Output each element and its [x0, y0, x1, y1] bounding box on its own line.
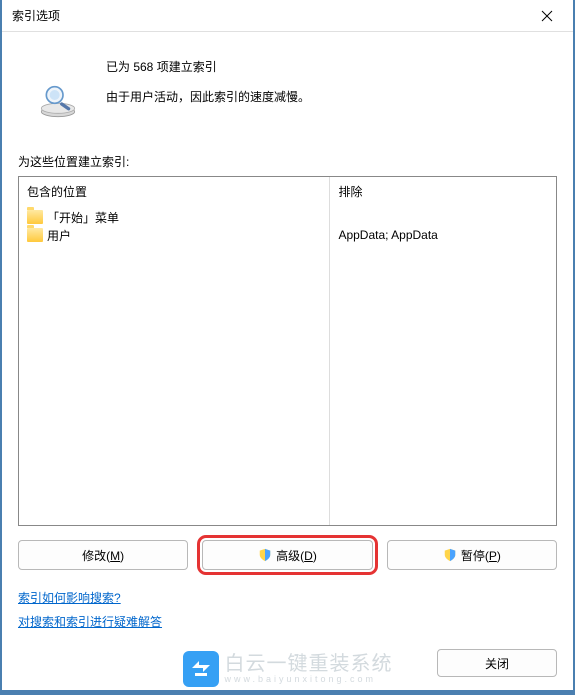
- advanced-button[interactable]: 高级(D): [202, 540, 372, 570]
- shield-icon: [443, 548, 457, 562]
- close-dialog-button[interactable]: 关闭: [437, 649, 557, 677]
- status-area: 已为 568 项建立索引 由于用户活动，因此索引的速度减慢。: [18, 50, 557, 123]
- folder-icon: [27, 228, 43, 242]
- window-title: 索引选项: [8, 7, 527, 24]
- exclude-value: [338, 208, 548, 226]
- watermark: 白云一键重装系统 www.baiyunxitong.com: [183, 651, 393, 687]
- modify-button[interactable]: 修改(M): [18, 540, 188, 570]
- window-edge: [0, 690, 575, 695]
- button-row: 修改(M) 高级(D) 暂停(P): [18, 540, 557, 570]
- exclude-value: AppData; AppData: [338, 226, 548, 244]
- watermark-text: 白云一键重装系统: [225, 654, 393, 674]
- titlebar: 索引选项: [0, 0, 575, 32]
- list-item[interactable]: 用户: [27, 226, 321, 244]
- shield-icon: [258, 548, 272, 562]
- folder-name: 用户: [47, 227, 71, 244]
- status-message: 由于用户活动，因此索引的速度减慢。: [106, 82, 310, 112]
- button-label: 高级(D): [276, 547, 317, 564]
- watermark-logo-icon: [183, 651, 219, 687]
- link-how-search[interactable]: 索引如何影响搜索?: [18, 591, 121, 605]
- folder-icon: [27, 210, 43, 224]
- link-troubleshoot[interactable]: 对搜索和索引进行疑难解答: [18, 615, 162, 629]
- index-icon: [18, 50, 78, 123]
- pause-button[interactable]: 暂停(P): [387, 540, 557, 570]
- included-column: 包含的位置 「开始」菜单 用户: [19, 177, 330, 525]
- excluded-column: 排除 AppData; AppData: [330, 177, 556, 525]
- excluded-header[interactable]: 排除: [330, 177, 556, 206]
- locations-label: 为这些位置建立索引:: [18, 153, 557, 170]
- button-label: 修改(M): [82, 547, 124, 564]
- folder-name: 「开始」菜单: [47, 209, 119, 226]
- list-item[interactable]: 「开始」菜单: [27, 208, 321, 226]
- window-edge: [0, 0, 2, 695]
- locations-list: 包含的位置 「开始」菜单 用户 排除 AppData; AppData: [18, 176, 557, 526]
- indexed-count: 已为 568 项建立索引: [106, 52, 310, 82]
- close-button[interactable]: [527, 2, 567, 30]
- help-links: 索引如何影响搜索? 对搜索和索引进行疑难解答: [18, 586, 557, 634]
- watermark-url: www.baiyunxitong.com: [225, 674, 393, 684]
- button-label: 暂停(P): [461, 547, 501, 564]
- included-header[interactable]: 包含的位置: [19, 177, 329, 206]
- close-icon: [541, 10, 553, 22]
